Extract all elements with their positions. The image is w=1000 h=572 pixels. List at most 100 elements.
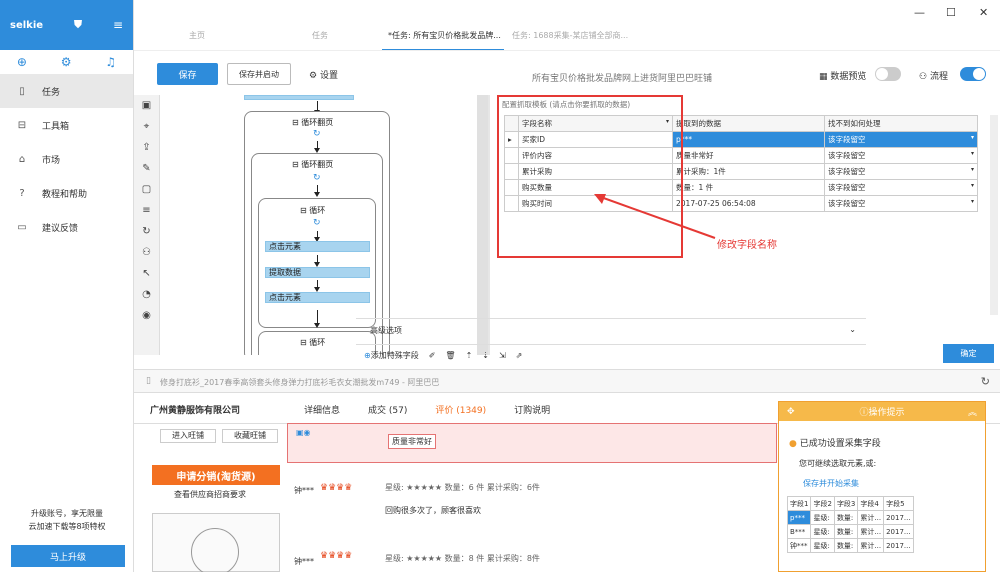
tab-task[interactable]: 任务	[312, 30, 328, 41]
loop-label: 循环	[309, 338, 326, 347]
flow-node[interactable]	[244, 95, 354, 100]
loop-label: 循环	[309, 206, 326, 215]
field-fallback-select[interactable]: 该字段留空 ▾	[824, 179, 978, 196]
flow-text: 流程	[929, 72, 948, 82]
url-text[interactable]: 修身打底衫_2017春季高领套头修身弹力打底衫毛衣女潮批发m749 - 阿里巴巴	[160, 377, 439, 388]
toolbox-icon: ⊟	[17, 119, 27, 131]
distribution-button[interactable]: 申请分销(淘货源)	[152, 465, 280, 485]
tab-order-info[interactable]: 订购说明	[514, 403, 550, 416]
table-row: p*** 星级: 数量: 累计... 2017...	[786, 510, 914, 525]
recruit-link[interactable]: 查看供应商招商要求	[174, 489, 246, 500]
move-icon[interactable]: ✥	[787, 407, 795, 417]
switch-icon[interactable]: ≡	[134, 200, 159, 221]
add-field-button[interactable]: ⊕添加特殊字段	[364, 350, 419, 361]
sidebar-item-help[interactable]: ? 教程和帮助	[0, 176, 133, 210]
task-title: 所有宝贝价格批发品牌网上进货阿里巴巴旺铺	[532, 74, 713, 84]
browser-address-bar: ▯ 修身打底衫_2017春季高领套头修身弹力打底衫毛衣女潮批发m749 - 阿里…	[134, 369, 1000, 393]
advanced-options[interactable]: 高级选项 ⌄	[356, 318, 866, 340]
cell: 字段4	[857, 496, 885, 511]
sidebar-item-label: 教程和帮助	[42, 189, 88, 200]
gear-icon[interactable]: ⚙	[61, 55, 72, 69]
enter-shop-button[interactable]: 进入旺铺	[160, 429, 216, 443]
cell: B***	[786, 524, 812, 539]
review-row: 星级: ★★★★★ 数量：6 件 累计采购：6件	[385, 483, 540, 492]
cell: 星级:	[810, 538, 835, 553]
settings-label: 设置	[319, 71, 338, 81]
save-start-button[interactable]: 保存并启动	[227, 63, 291, 85]
field-value-cell: p***	[672, 131, 825, 148]
click-icon[interactable]: ⌖	[134, 116, 159, 137]
save-start-link[interactable]: 保存并开始采集	[803, 478, 859, 489]
tab-other-task[interactable]: 任务: 1688采集-某店铺全部商...	[512, 30, 628, 41]
menu-icon[interactable]: ≡	[113, 18, 123, 32]
shop-tabs: 详细信息 成交 (57) 评价 (1349) 订购说明	[304, 403, 550, 416]
sidebar-item-label: 建议反馈	[42, 223, 79, 234]
delete-icon[interactable]: 🗑	[445, 351, 455, 360]
maximize-icon[interactable]: ☐	[946, 6, 956, 19]
data-preview-toggle[interactable]	[875, 67, 901, 81]
input-icon[interactable]: ✎	[134, 158, 159, 179]
headset-icon[interactable]: ♫	[105, 55, 116, 69]
cell: 字段2	[810, 496, 835, 511]
tab-current-task[interactable]: *任务: 所有宝贝价格批发品牌...	[388, 30, 501, 41]
fav-shop-button[interactable]: 收藏旺铺	[222, 429, 278, 443]
open-icon[interactable]: ⇗	[516, 351, 523, 360]
sidebar-item-task[interactable]: ▯ 任务	[0, 74, 133, 108]
selected-review[interactable]: ▣◉ 质量非常好	[287, 423, 777, 463]
tab-deals[interactable]: 成交 (57)	[368, 403, 407, 416]
flow-node-extract[interactable]: 提取数据	[265, 267, 370, 278]
tab-home[interactable]: 主页	[189, 30, 205, 41]
tab-detail[interactable]: 详细信息	[304, 403, 340, 416]
extract-icon[interactable]: ⇪	[134, 137, 159, 158]
minimize-icon[interactable]: —	[914, 6, 925, 19]
flow-toggle[interactable]	[960, 67, 986, 81]
panel-scrollbar[interactable]	[990, 115, 998, 315]
refresh-icon[interactable]: ↻	[981, 375, 990, 388]
buyer-badge-icon: ♛♛♛♛	[320, 551, 353, 561]
settings-button[interactable]: ⚙ 设置	[309, 68, 338, 81]
flow-arrow	[314, 280, 320, 292]
move-up-icon[interactable]: ⇡	[466, 351, 473, 360]
save-button[interactable]: 保存	[157, 63, 218, 85]
popup-header: ✥ ⓘ 操作提示 ︽	[779, 402, 985, 421]
hover-icon[interactable]: ↖	[134, 263, 159, 284]
ok-button[interactable]: 确定	[943, 344, 994, 363]
annotation-arrow-icon	[594, 194, 716, 239]
select-value: 该字段留空	[828, 199, 866, 208]
add-icon[interactable]: ⊕	[17, 55, 27, 69]
locate-icon[interactable]: ⇲	[499, 351, 506, 360]
chat-icon: ▭	[17, 221, 27, 233]
field-fallback-select[interactable]: 该字段留空 ▾	[824, 195, 978, 212]
branch-icon[interactable]: ⚇	[134, 242, 159, 263]
upgrade-button[interactable]: 马上升级	[11, 545, 125, 567]
sidebar-item-feedback[interactable]: ▭ 建议反馈	[0, 210, 133, 244]
move-down-icon[interactable]: ⇣	[482, 351, 489, 360]
open-page-icon[interactable]: ▣	[134, 95, 159, 116]
flow-arrow	[314, 185, 320, 197]
close-icon[interactable]: ✕	[979, 6, 988, 19]
wait-icon[interactable]: ◔	[134, 284, 159, 305]
flow-node-click[interactable]: 点击元素	[265, 241, 370, 252]
collapse-icon[interactable]: ︽	[968, 405, 977, 418]
info-icon: ⓘ	[859, 408, 869, 418]
sidebar-item-toolbox[interactable]: ⊟ 工具箱	[0, 108, 133, 142]
field-fallback-select[interactable]: 该字段留空 ▾	[824, 131, 978, 148]
doc-icon: ▯	[19, 85, 25, 97]
table-row: B*** 星级: 数量: 累计... 2017...	[786, 524, 914, 539]
flow-node-click[interactable]: 点击元素	[265, 292, 370, 303]
pane-splitter[interactable]	[477, 95, 488, 355]
review-icons: ▣◉	[296, 428, 311, 437]
loop-refresh-icon: ↻	[313, 129, 321, 139]
loop-icon[interactable]: ↻	[134, 221, 159, 242]
stop-icon[interactable]: ◉	[134, 305, 159, 326]
tab-reviews[interactable]: 评价 (1349)	[435, 403, 486, 416]
sidebar-quick-icons: ⊕ ⚙ ♫	[0, 50, 133, 74]
flow-arrow	[314, 310, 320, 328]
field-fallback-select[interactable]: 该字段留空 ▾	[824, 147, 978, 164]
edit-field-icon[interactable]: ✐	[429, 351, 436, 360]
field-fallback-select[interactable]: 该字段留空 ▾	[824, 163, 978, 180]
sidebar-item-label: 市场	[42, 155, 61, 166]
shield-icon: ⛊	[73, 18, 83, 31]
sidebar-item-market[interactable]: ⌂ 市场	[0, 142, 133, 176]
captcha-icon[interactable]: ▢	[134, 179, 159, 200]
